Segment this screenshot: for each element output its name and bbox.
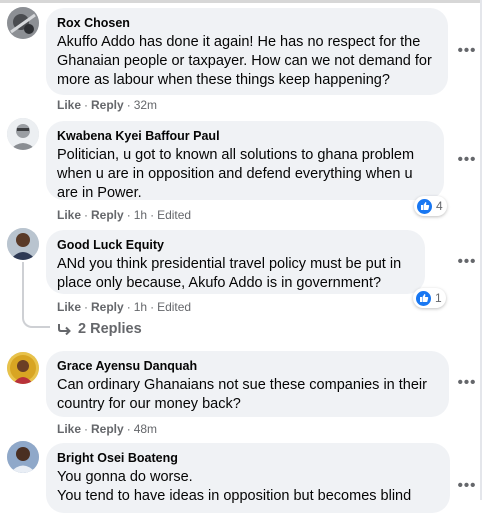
edited-label: Edited [157,208,192,222]
more-options-icon[interactable]: ••• [457,254,477,270]
like-link[interactable]: Like [57,98,81,112]
thread-connector [22,314,50,328]
view-replies-link[interactable]: 2 Replies [58,321,142,337]
comment-text: You gonna do worse. You tend to have ide… [57,469,412,504]
reply-link[interactable]: Reply [91,300,124,314]
comment-text: Can ordinary Ghanaians not sue these com… [57,377,427,412]
like-link[interactable]: Like [57,422,81,436]
top-edge [0,0,482,3]
avatar[interactable] [7,441,39,473]
edited-label: Edited [157,300,192,314]
comment-text: ANd you think presidential travel policy… [57,256,402,291]
replies-count: 2 Replies [78,321,142,337]
comment-bubble: Bright Osei Boateng You gonna do worse. … [46,443,450,513]
comment-bubble: Kwabena Kyei Baffour Paul Politician, u … [46,121,444,201]
more-options-icon[interactable]: ••• [457,478,477,494]
more-options-icon[interactable]: ••• [457,152,477,168]
comment-time[interactable]: 1h [134,208,147,222]
reply-arrow-icon [58,324,71,335]
comment-bubble: Grace Ayensu Danquah Can ordinary Ghanai… [46,351,449,417]
like-link[interactable]: Like [57,300,81,314]
more-options-icon[interactable]: ••• [457,375,477,391]
comment-actions: Like · Reply · 1h · Edited [57,300,192,314]
comment-time[interactable]: 1h [134,300,147,314]
reactions-badge[interactable]: 1 [413,288,446,308]
reaction-count: 1 [435,291,442,305]
like-link[interactable]: Like [57,208,81,222]
reaction-count: 4 [436,199,443,213]
comment-text: Akuffo Addo has done it again! He has no… [57,34,432,88]
comment-text: Politician, u got to known all solutions… [57,147,415,201]
more-options-icon[interactable]: ••• [457,43,477,59]
comment-author[interactable]: Rox Chosen [57,15,437,31]
comment-bubble: Rox Chosen Akuffo Addo has done it again… [46,8,448,95]
thread-line [22,262,24,318]
comment-author[interactable]: Good Luck Equity [57,237,414,253]
avatar[interactable] [7,228,39,260]
comment-actions: Like · Reply · 32m [57,98,158,112]
reply-link[interactable]: Reply [91,98,124,112]
comment-actions: Like · Reply · 1h · Edited [57,208,192,222]
comment-time[interactable]: 48m [134,422,157,436]
reactions-badge[interactable]: 4 [414,196,447,216]
like-thumb-icon [417,198,432,214]
avatar[interactable] [7,7,39,39]
comment-author[interactable]: Grace Ayensu Danquah [57,358,438,374]
reply-link[interactable]: Reply [91,422,124,436]
comment-author[interactable]: Bright Osei Boateng [57,450,439,466]
avatar[interactable] [7,118,39,150]
reply-link[interactable]: Reply [91,208,124,222]
avatar[interactable] [7,352,39,384]
comment-bubble: Good Luck Equity ANd you think president… [46,230,425,294]
comment-author[interactable]: Kwabena Kyei Baffour Paul [57,128,433,144]
like-thumb-icon [416,290,431,306]
comment-actions: Like · Reply · 48m [57,422,158,436]
comment-time[interactable]: 32m [134,98,157,112]
